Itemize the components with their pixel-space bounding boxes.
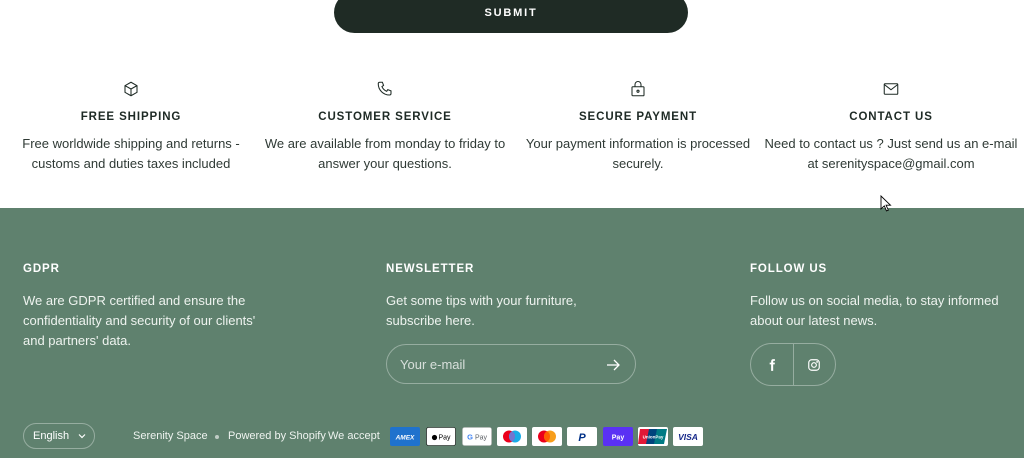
arrow-right-icon[interactable] — [605, 357, 621, 373]
feature-title: CONTACT US — [849, 111, 933, 123]
facebook-link[interactable] — [751, 344, 793, 385]
feature-secure-payment: SECURE PAYMENT Your payment information … — [511, 80, 765, 174]
follow-text: Follow us on social media, to stay infor… — [750, 293, 999, 328]
google-pay-icon: G Pay — [462, 427, 492, 446]
feature-title: FREE SHIPPING — [80, 111, 182, 123]
facebook-icon — [769, 358, 775, 371]
package-icon — [124, 81, 138, 97]
svg-text:VISA: VISA — [678, 432, 698, 442]
feature-text: Your payment information is processed se… — [525, 136, 751, 171]
instagram-link[interactable] — [792, 344, 835, 385]
powered-by[interactable]: Powered by Shopify — [228, 430, 326, 442]
feature-text: Need to contact us ? Just send us an e-m… — [764, 136, 1018, 171]
svg-text:P: P — [578, 432, 586, 444]
feature-title: SECURE PAYMENT — [578, 111, 698, 123]
separator-dot — [215, 435, 219, 439]
visa-icon: VISA — [673, 427, 703, 446]
newsletter-text: Get some tips with your furniture, subsc… — [386, 293, 577, 328]
language-selector[interactable]: English — [23, 423, 95, 449]
instagram-icon — [808, 358, 821, 371]
svg-text:AMEX: AMEX — [395, 435, 415, 442]
language-label: English — [33, 430, 70, 442]
newsletter-title: NEWSLETTER — [386, 263, 475, 275]
chevron-down-icon — [78, 434, 86, 439]
social-links — [750, 343, 836, 386]
feature-text: Free worldwide shipping and returns - cu… — [22, 136, 240, 171]
gdpr-title: GDPR — [23, 263, 60, 275]
apple-pay-icon: Pay — [426, 427, 456, 446]
svg-text:Pay: Pay — [612, 435, 625, 442]
shop-pay-icon: Pay — [603, 427, 633, 446]
feature-contact-us: CONTACT US Need to contact us ? Just sen… — [764, 80, 1018, 174]
feature-title: CUSTOMER SERVICE — [318, 111, 452, 123]
svg-text:G: G — [467, 433, 473, 442]
maestro-icon — [497, 427, 527, 446]
feature-customer-service: CUSTOMER SERVICE We are available from m… — [258, 80, 512, 174]
svg-text:UnionPay: UnionPay — [643, 435, 664, 440]
gdpr-section: GDPR We are GDPR certified and ensure th… — [23, 263, 273, 351]
newsletter-section: NEWSLETTER Get some tips with your furni… — [386, 263, 601, 331]
footer: GDPR We are GDPR certified and ensure th… — [0, 208, 1024, 458]
we-accept-label: We accept — [328, 430, 380, 442]
follow-section: FOLLOW US Follow us on social media, to … — [750, 263, 1010, 331]
amex-icon: AMEX — [390, 427, 420, 446]
feature-free-shipping: FREE SHIPPING Free worldwide shipping an… — [4, 80, 258, 174]
mastercard-icon — [532, 427, 562, 446]
paypal-icon: P — [567, 427, 597, 446]
phone-icon — [377, 81, 392, 96]
email-input[interactable] — [400, 345, 600, 383]
submit-button[interactable]: SUBMIT — [334, 0, 688, 33]
svg-text:Pay: Pay — [438, 435, 451, 442]
mouse-cursor-icon — [880, 195, 892, 212]
svg-text:Pay: Pay — [475, 435, 488, 442]
lock-icon — [631, 81, 645, 97]
features-row: FREE SHIPPING Free worldwide shipping an… — [0, 80, 1024, 208]
gdpr-text: We are GDPR certified and ensure the con… — [23, 293, 256, 348]
union-pay-icon: UnionPay — [638, 427, 668, 446]
newsletter-form — [386, 344, 636, 384]
mail-icon — [883, 83, 899, 95]
follow-title: FOLLOW US — [750, 263, 828, 275]
feature-text: We are available from monday to friday t… — [264, 136, 506, 171]
store-name[interactable]: Serenity Space — [133, 430, 208, 442]
